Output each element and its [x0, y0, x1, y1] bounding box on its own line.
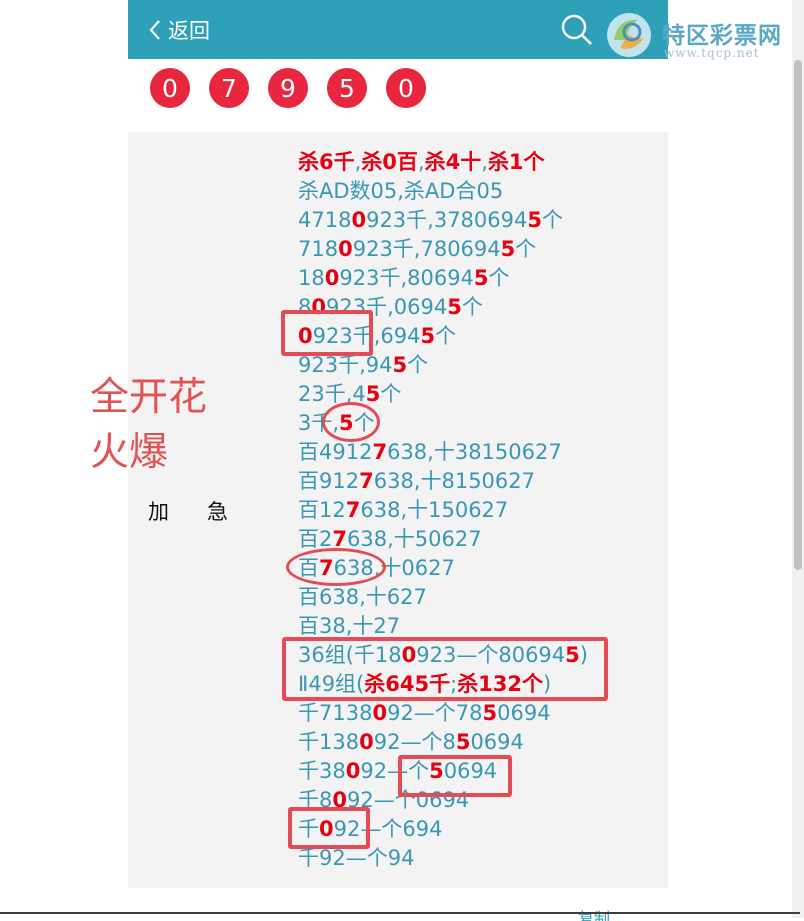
highlight-digit: 7: [359, 469, 374, 493]
line-text: ,: [481, 150, 488, 174]
bottom-divider: [0, 912, 800, 914]
prediction-line: 千138092—个850694: [298, 728, 588, 757]
line-text: 18: [298, 266, 325, 290]
line-text: 千138: [298, 730, 360, 754]
line-text: ,: [417, 150, 425, 174]
highlight-digit: 5: [392, 353, 408, 377]
highlight-digit: 5: [420, 324, 436, 348]
line-text: 个: [461, 295, 483, 319]
highlight-digit: 杀0百: [361, 150, 418, 174]
highlight-digit: 5: [455, 730, 471, 754]
site-logo-icon: [607, 13, 651, 57]
highlight-digit: 0: [372, 701, 388, 725]
highlight-digit: 5: [473, 266, 489, 290]
logo-url: www.tqcp.net: [664, 46, 760, 60]
site-logo: 特区彩票网 www.tqcp.net: [600, 6, 800, 64]
top-bar: 返回: [128, 0, 668, 59]
line-text: 个: [542, 208, 563, 232]
line-text: 百4912: [298, 440, 373, 464]
highlight-digit: 5: [527, 208, 542, 232]
prediction-line: 百49127638,十38150627: [298, 438, 588, 467]
prediction-line: 千7138092—个7850694: [298, 699, 588, 728]
highlight-digit: 5: [500, 237, 516, 261]
line-text: 千92—个94: [298, 846, 415, 870]
highlight-circle: [322, 402, 380, 442]
line-text: 千7138: [298, 701, 373, 725]
line-text: 百912: [298, 469, 360, 493]
prediction-line: 百9127638,十8150627: [298, 467, 588, 496]
highlight-digit: 7: [372, 440, 388, 464]
line-text: 923千,780694: [352, 237, 501, 261]
prediction-line: 7180923千,7806945个: [298, 235, 588, 264]
prediction-line: 杀AD数05,杀AD合05: [298, 177, 588, 206]
prediction-line: 百638,十627: [298, 583, 588, 612]
line-text: 923千,3780694: [366, 208, 528, 232]
highlight-digit: 杀6千: [298, 150, 355, 174]
highlight-digit: 0: [324, 266, 340, 290]
chevron-left-icon: [149, 20, 160, 40]
line-text: 923千,94: [298, 353, 393, 377]
number-ball: 5: [327, 68, 367, 108]
line-text: 个: [515, 237, 537, 261]
highlight-box: [282, 637, 608, 701]
line-text: 638,十8150627: [373, 469, 536, 493]
line-text: 百12: [298, 498, 346, 522]
highlight-circle: [286, 548, 386, 586]
line-text: 92—个8: [373, 730, 456, 754]
line-text: 0694: [497, 701, 551, 725]
highlight-digit: 0: [359, 730, 374, 754]
line-text: 638,十150627: [360, 498, 509, 522]
urgent-label: 加急: [148, 500, 266, 524]
prediction-line: 180923千,806945个: [298, 264, 588, 293]
highlight-digit: 7: [345, 498, 361, 522]
line-text: 718: [298, 237, 339, 261]
highlight-digit: 5: [365, 382, 381, 406]
highlight-digit: 5: [482, 701, 498, 725]
annotation-line: 火爆: [90, 430, 169, 475]
number-ball: 0: [386, 68, 426, 108]
annotation-line: 全开花: [90, 375, 208, 420]
number-balls: 0 7 9 5 0: [150, 68, 426, 108]
line-text: 个: [488, 266, 510, 290]
highlight-box: [281, 310, 373, 356]
highlight-digit: 5: [447, 295, 462, 319]
line-text: 638,十50627: [347, 527, 482, 551]
line-text: 个: [407, 353, 429, 377]
scrollbar-thumb[interactable]: [794, 60, 802, 570]
search-icon[interactable]: [560, 13, 594, 47]
number-ball: 7: [209, 68, 249, 108]
scrollbar[interactable]: [792, 0, 804, 918]
line-text: 4718: [298, 208, 352, 232]
highlight-box: [398, 755, 512, 797]
logo-name: 特区彩票网: [662, 23, 782, 49]
line-text: 638,十38150627: [387, 440, 562, 464]
back-label: 返回: [168, 19, 210, 43]
line-text: 个: [435, 324, 457, 348]
line-text: 个: [380, 382, 402, 406]
line-text: 0694: [470, 730, 524, 754]
handwritten-annotation: 全开花 火爆: [90, 370, 207, 480]
line-text: 千38: [298, 759, 346, 783]
line-text: 百38,十27: [298, 614, 401, 638]
line-text: 923千,80694: [339, 266, 474, 290]
highlight-digit: 0: [338, 237, 353, 261]
prediction-line: 47180923千,37806945个: [298, 206, 588, 235]
back-button[interactable]: 返回: [148, 14, 210, 46]
highlight-digit: 杀1个: [487, 150, 545, 174]
highlight-digit: 杀4十: [424, 150, 482, 174]
line-text: 杀AD数05,杀AD合05: [298, 179, 504, 203]
prediction-line: 杀6千,杀0百,杀4十,杀1个: [298, 148, 588, 177]
line-text: 92—个78: [387, 701, 483, 725]
highlight-digit: 0: [351, 208, 367, 232]
line-text: 百638,十627: [298, 585, 427, 609]
highlight-digit: 0: [345, 759, 361, 783]
number-ball: 0: [150, 68, 190, 108]
prediction-line: 百127638,十150627: [298, 496, 588, 525]
number-ball: 9: [268, 68, 308, 108]
highlight-box: [288, 807, 370, 849]
